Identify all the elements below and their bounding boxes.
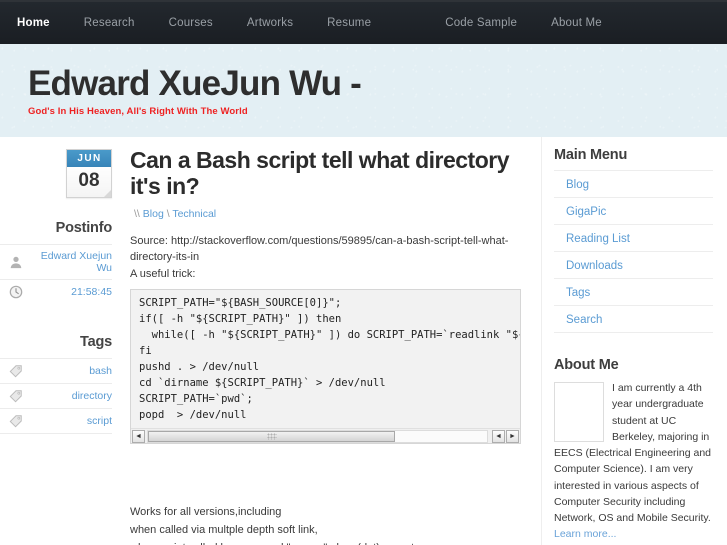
tag-row: directory: [0, 383, 112, 408]
scrollbar-thumb[interactable]: [148, 430, 396, 442]
sidebar-item-downloads[interactable]: Downloads: [554, 251, 713, 278]
avatar: [554, 382, 604, 442]
code-block: SCRIPT_PATH="${BASH_SOURCE[0]}"; if([ -h…: [130, 289, 521, 445]
about-me-text-wrapper: I am currently a 4th year undergraduate …: [554, 380, 713, 543]
site-tagline: God's In His Heaven, All's Right With Th…: [28, 105, 248, 117]
top-navigation-bar: Home Research Courses Artworks Resume Co…: [0, 0, 727, 53]
nav-item-research[interactable]: Research: [67, 2, 152, 44]
tag-icon: [9, 364, 23, 378]
main-menu-heading: Main Menu: [554, 147, 628, 163]
tag-link[interactable]: script: [87, 415, 112, 427]
post-date-month: JUN: [67, 150, 111, 167]
post-date-badge: JUN 08: [66, 149, 112, 198]
post-source-line: Source: http://stackoverflow.com/questio…: [130, 234, 509, 264]
breadcrumb-link-technical[interactable]: Technical: [172, 208, 216, 220]
sidebar-item-gigapic[interactable]: GigaPic: [554, 197, 713, 224]
post-title: Can a Bash script tell what directory it…: [130, 147, 510, 199]
postinfo-time-value[interactable]: 21:58:45: [71, 286, 112, 298]
sidebar-link-reading-list[interactable]: Reading List: [566, 233, 630, 245]
post-body-line: when script called by command "source" a…: [130, 540, 521, 545]
breadcrumb: \\ Blog \ Technical: [130, 208, 521, 220]
post-meta-column: JUN 08 Postinfo Edward Xuejun Wu 21:58:4…: [0, 137, 122, 545]
sidebar-link-gigapic[interactable]: GigaPic: [566, 206, 606, 218]
scroll-left-button[interactable]: ◄: [132, 429, 145, 443]
code-horizontal-scrollbar[interactable]: ◄ ◄ ►: [131, 428, 520, 444]
scrollbar-grip-icon: [266, 432, 277, 440]
post-date-day: 08: [67, 167, 111, 197]
postinfo-author-link[interactable]: Edward Xuejun Wu: [23, 250, 112, 274]
post-intro-line: A useful trick:: [130, 267, 196, 280]
nav-list: Home Research Courses Artworks Resume Co…: [0, 2, 619, 44]
breadcrumb-prefix: \\: [134, 207, 143, 220]
postinfo-time-row: 21:58:45: [0, 279, 112, 304]
postinfo-author-row: Edward Xuejun Wu: [0, 244, 112, 279]
right-sidebar: Main Menu Blog GigaPic Reading List Down…: [541, 137, 727, 545]
tag-icon: [9, 414, 23, 428]
scrollbar-track[interactable]: [147, 429, 488, 443]
clock-icon: [9, 285, 23, 299]
article-content: Can a Bash script tell what directory it…: [122, 137, 541, 545]
article-spacer: [130, 456, 521, 504]
tags-block: Tags bash directory script: [0, 334, 112, 434]
about-me-heading: About Me: [554, 357, 619, 373]
user-icon: [9, 255, 23, 269]
sidebar-link-blog[interactable]: Blog: [566, 179, 589, 191]
post-body-line: Works for all versions,including: [130, 506, 282, 519]
tag-icon: [9, 389, 23, 403]
sidebar-item-reading-list[interactable]: Reading List: [554, 224, 713, 251]
tag-link[interactable]: directory: [72, 390, 112, 402]
scroll-left-button-secondary[interactable]: ◄: [492, 429, 505, 443]
main-menu-list: Blog GigaPic Reading List Downloads Tags…: [554, 170, 713, 333]
code-block-content: SCRIPT_PATH="${BASH_SOURCE[0]}"; if([ -h…: [131, 290, 520, 429]
tag-row: script: [0, 408, 112, 434]
about-me-block: About Me I am currently a 4th year under…: [554, 357, 713, 543]
nav-item-code-sample[interactable]: Code Sample: [428, 2, 534, 44]
tag-link[interactable]: bash: [89, 365, 112, 377]
scrollbar-end-buttons: ◄ ►: [492, 429, 519, 443]
scroll-right-button[interactable]: ►: [506, 429, 519, 443]
nav-item-artworks[interactable]: Artworks: [230, 2, 310, 44]
page-body: JUN 08 Postinfo Edward Xuejun Wu 21:58:4…: [0, 137, 727, 545]
sidebar-link-tags[interactable]: Tags: [566, 287, 590, 299]
nav-item-courses[interactable]: Courses: [152, 2, 230, 44]
about-me-learn-more-link[interactable]: Learn more...: [554, 528, 616, 540]
site-title: Edward XueJun Wu -: [28, 64, 362, 103]
tags-heading: Tags: [80, 334, 112, 350]
site-header-banner: Edward XueJun Wu - God's In His Heaven, …: [0, 44, 727, 137]
breadcrumb-link-blog[interactable]: Blog: [143, 208, 164, 220]
nav-item-resume[interactable]: Resume: [310, 2, 388, 44]
sidebar-item-search[interactable]: Search: [554, 305, 713, 333]
sidebar-link-search[interactable]: Search: [566, 314, 602, 326]
tag-row: bash: [0, 358, 112, 383]
post-body-line: when called via multple depth soft link,: [130, 523, 318, 536]
sidebar-item-tags[interactable]: Tags: [554, 278, 713, 305]
nav-item-home[interactable]: Home: [0, 2, 67, 44]
postinfo-heading: Postinfo: [55, 220, 113, 236]
nav-item-about-me[interactable]: About Me: [534, 2, 619, 44]
sidebar-link-downloads[interactable]: Downloads: [566, 260, 623, 272]
sidebar-item-blog[interactable]: Blog: [554, 170, 713, 197]
